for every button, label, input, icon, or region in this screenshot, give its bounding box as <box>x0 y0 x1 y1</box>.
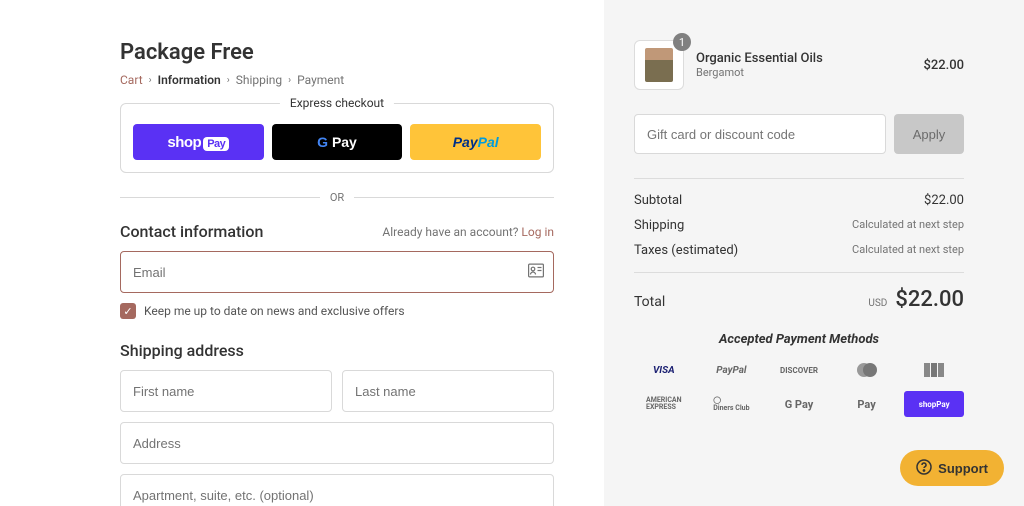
subtotal-value: $22.00 <box>924 193 964 208</box>
gpay-button[interactable]: G Pay <box>272 124 403 160</box>
shipping-value: Calculated at next step <box>852 218 964 233</box>
quantity-badge: 1 <box>673 33 691 51</box>
newsletter-label: Keep me up to date on news and exclusive… <box>144 304 405 318</box>
chevron-right-icon: › <box>149 75 152 86</box>
accepted-payments-title: Accepted Payment Methods <box>634 332 964 347</box>
paypal-icon: PayPal <box>702 357 762 383</box>
address-input[interactable] <box>120 422 554 464</box>
payment-methods-grid: VISA PayPal DISCOVER AMERICANEXPRESS ◯Di… <box>634 357 964 417</box>
breadcrumb-cart[interactable]: Cart <box>120 73 143 87</box>
shipping-label: Shipping <box>634 218 684 233</box>
jcb-icon <box>904 357 964 383</box>
email-input[interactable] <box>120 251 554 293</box>
breadcrumb-information: Information <box>158 73 221 87</box>
taxes-value: Calculated at next step <box>852 243 964 258</box>
product-name: Organic Essential Oils <box>696 51 911 66</box>
apartment-input[interactable] <box>120 474 554 506</box>
chevron-right-icon: › <box>288 75 291 86</box>
discover-icon: DISCOVER <box>769 357 829 383</box>
contact-heading: Contact information <box>120 222 263 241</box>
breadcrumb: Cart › Information › Shipping › Payment <box>120 73 554 87</box>
shoppay-button[interactable]: shopPay <box>133 124 264 160</box>
first-name-input[interactable] <box>120 370 332 412</box>
login-link[interactable]: Log in <box>521 225 554 239</box>
breadcrumb-shipping: Shipping <box>236 73 282 87</box>
cart-item: 1 Organic Essential Oils Bergamot $22.00 <box>634 40 964 90</box>
brand-title: Package Free <box>120 40 554 65</box>
product-thumbnail: 1 <box>634 40 684 90</box>
product-price: $22.00 <box>923 58 964 73</box>
breadcrumb-payment: Payment <box>297 73 344 87</box>
subtotal-label: Subtotal <box>634 193 682 208</box>
mastercard-icon <box>837 357 897 383</box>
or-divider: OR <box>120 191 554 204</box>
express-checkout-box: Express checkout shopPay G Pay PayPal <box>120 103 554 173</box>
diners-icon: ◯Diners Club <box>702 391 762 417</box>
total-value: $22.00 <box>895 287 964 312</box>
total-currency: USD <box>868 298 887 309</box>
visa-icon: VISA <box>634 357 694 383</box>
applepay-icon: Pay <box>837 391 897 417</box>
chevron-right-icon: › <box>227 75 230 86</box>
contact-card-icon <box>528 263 544 282</box>
total-label: Total <box>634 294 665 310</box>
last-name-input[interactable] <box>342 370 554 412</box>
shoppay-icon: shopPay <box>904 391 964 417</box>
gpay-icon: G Pay <box>769 391 829 417</box>
paypal-button[interactable]: PayPal <box>410 124 541 160</box>
taxes-label: Taxes (estimated) <box>634 243 738 258</box>
shipping-heading: Shipping address <box>120 341 554 360</box>
discount-input[interactable] <box>634 114 886 154</box>
product-variant: Bergamot <box>696 66 911 79</box>
support-button[interactable]: Support <box>900 450 1004 486</box>
amex-icon: AMERICANEXPRESS <box>634 391 694 417</box>
express-checkout-label: Express checkout <box>280 96 394 110</box>
already-account-text: Already have an account? Log in <box>382 225 554 239</box>
question-icon <box>916 459 932 478</box>
apply-button[interactable]: Apply <box>894 114 964 154</box>
newsletter-checkbox[interactable]: ✓ <box>120 303 136 319</box>
